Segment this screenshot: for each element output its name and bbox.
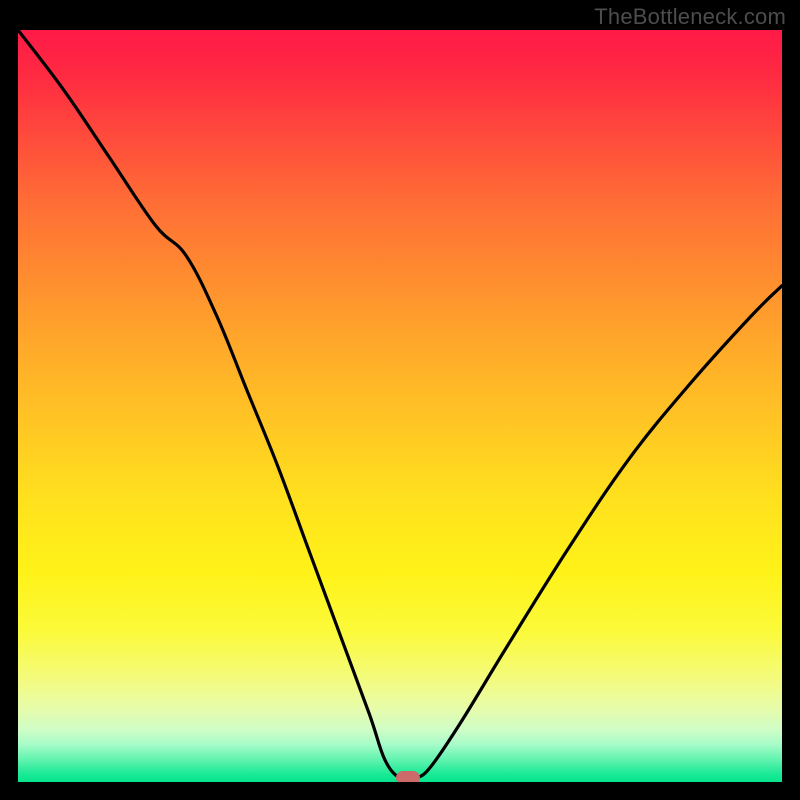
plot-area — [18, 30, 782, 782]
bottleneck-curve — [18, 30, 782, 782]
optimal-point-marker — [396, 771, 420, 782]
watermark-label: TheBottleneck.com — [594, 4, 786, 30]
chart-frame: TheBottleneck.com — [0, 0, 800, 800]
